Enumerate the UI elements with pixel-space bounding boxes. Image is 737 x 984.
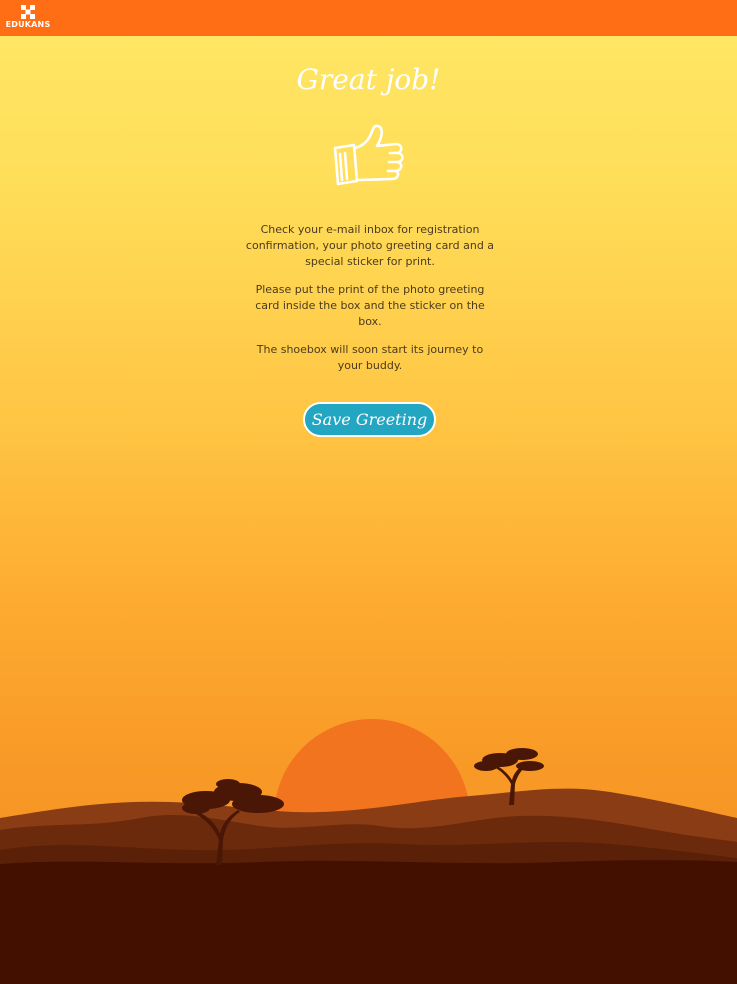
instruction-paragraph-3: The shoebox will soon start its journey … [256, 343, 484, 372]
logo-text: EDUKANS [5, 20, 51, 29]
instruction-paragraph-1: Check your e-mail inbox for registration… [245, 223, 495, 268]
page: EDUKANS Great job! Check your e-mail inb… [0, 0, 737, 984]
page-title: Great job! [296, 63, 441, 96]
instructions-text: Check your e-mail inbox for registration… [243, 222, 497, 386]
savanna-sunset-illustration [0, 719, 737, 984]
thumbs-up-icon [333, 124, 404, 186]
logo-mark-icon [21, 5, 35, 19]
instruction-paragraph-2: Please put the print of the photo greeti… [255, 283, 485, 328]
ground [0, 860, 737, 984]
top-bar: EDUKANS [0, 0, 737, 36]
save-greeting-button[interactable]: Save Greeting [303, 402, 436, 437]
edukans-logo[interactable]: EDUKANS [4, 5, 52, 31]
